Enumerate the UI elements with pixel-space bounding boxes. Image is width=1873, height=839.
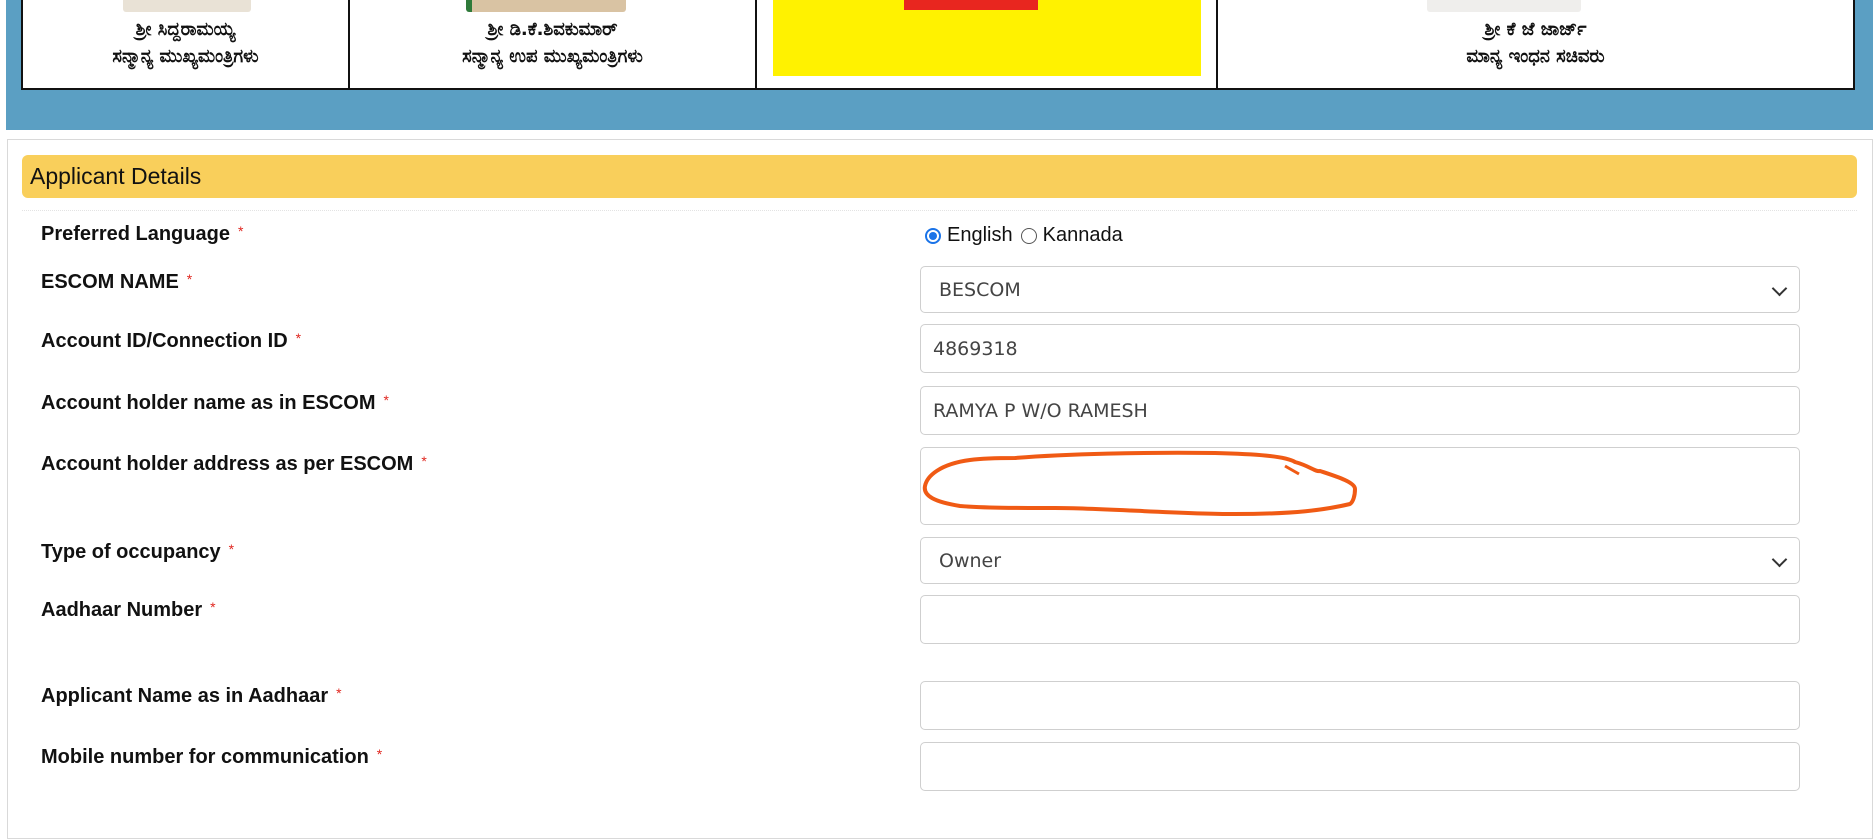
required-mark: *	[210, 599, 216, 615]
applicant-name-input[interactable]	[920, 681, 1800, 730]
banner-cm-title: ಸನ್ಮಾನ್ಯ ಮುಖ್ಯಮಂತ್ರಿಗಳು	[112, 46, 259, 67]
radio-english-label[interactable]: English	[947, 224, 1013, 247]
escom-name-select[interactable]: BESCOM	[920, 266, 1800, 313]
preferred-language-label-text: Preferred Language	[41, 223, 230, 245]
account-id-label-text: Account ID/Connection ID	[41, 330, 288, 352]
required-mark: *	[295, 330, 302, 346]
deputy-cm-photo	[466, 0, 626, 12]
occupancy-type-value: Owner	[939, 549, 1002, 572]
escom-name-label: ESCOM NAME *	[41, 271, 192, 294]
account-id-label: Account ID/Connection ID *	[41, 330, 301, 353]
required-mark: *	[383, 392, 389, 408]
required-mark: *	[376, 746, 383, 762]
preferred-language-radio-group: English Kannada	[925, 224, 1131, 247]
banner-cell-energy-minister: ಶ್ರೀ ಕೆ ಜೆ ಜಾರ್ಜ್ ಮಾನ್ಯ ಇಂಧನ ಸಚಿವರು	[1218, 0, 1853, 88]
account-holder-address-label-text: Account holder address as per ESCOM	[41, 453, 414, 475]
chevron-down-icon	[1771, 280, 1788, 297]
radio-english[interactable]	[925, 227, 941, 244]
required-mark: *	[228, 541, 235, 557]
banner-cell-scheme-logo	[757, 0, 1218, 88]
banner-dcm-title: ಸನ್ಮಾನ್ಯ ಉಪ ಮುಖ್ಯಮಂತ್ರಿಗಳು	[462, 46, 643, 67]
account-id-input[interactable]: 4869318	[920, 324, 1800, 373]
leaders-banner-table: ಶ್ರೀ ಸಿದ್ದರಾಮಯ್ಯ ಸನ್ಮಾನ್ಯ ಮುಖ್ಯಮಂತ್ರಿಗಳು…	[21, 0, 1855, 90]
energy-minister-photo	[1427, 0, 1581, 12]
required-mark: *	[237, 223, 244, 239]
radio-kannada-label[interactable]: Kannada	[1043, 224, 1123, 247]
radio-kannada[interactable]	[1020, 227, 1037, 244]
mobile-number-input[interactable]	[920, 742, 1800, 791]
preferred-language-label: Preferred Language *	[41, 223, 243, 246]
annotation-scribble	[922, 450, 1357, 516]
mobile-number-label-text: Mobile number for communication	[41, 746, 369, 768]
scheme-logo-strip	[904, 0, 1038, 10]
scheme-logo-box	[773, 0, 1201, 76]
required-mark: *	[336, 685, 342, 701]
chief-minister-photo	[123, 0, 251, 12]
mobile-number-label: Mobile number for communication *	[41, 746, 382, 769]
occupancy-type-select[interactable]: Owner	[920, 537, 1800, 584]
chevron-down-icon	[1771, 551, 1788, 568]
required-mark: *	[421, 453, 427, 469]
occupancy-type-label: Type of occupancy *	[41, 541, 234, 564]
banner-dcm-name: ಶ್ರೀ ಡಿ.ಕೆ.ಶಿವಕುಮಾರ್	[487, 19, 618, 40]
aadhaar-number-label-text: Aadhaar Number	[41, 599, 203, 621]
aadhaar-number-input[interactable]	[920, 595, 1800, 644]
account-holder-name-label: Account holder name as in ESCOM *	[41, 392, 389, 415]
escom-name-value: BESCOM	[939, 278, 1021, 301]
applicant-name-label: Applicant Name as in Aadhaar *	[41, 685, 342, 708]
banner-cell-chief-minister: ಶ್ರೀ ಸಿದ್ದರಾಮಯ್ಯ ಸನ್ಮಾನ್ಯ ಮುಖ್ಯಮಂತ್ರಿಗಳು	[23, 0, 350, 88]
banner-em-title: ಮಾನ್ಯ ಇಂಧನ ಸಚಿವರು	[1466, 46, 1605, 67]
banner-em-name: ಶ್ರೀ ಕೆ ಜೆ ಜಾರ್ಜ್	[1484, 19, 1587, 40]
account-holder-name-input[interactable]: RAMYA P W/O RAMESH	[920, 386, 1800, 435]
account-holder-name-value: RAMYA P W/O RAMESH	[933, 399, 1148, 422]
banner-cm-name: ಶ್ರೀ ಸಿದ್ದರಾಮಯ್ಯ	[135, 19, 236, 40]
section-title: Applicant Details	[22, 155, 1857, 198]
section-divider	[22, 210, 1857, 211]
escom-name-label-text: ESCOM NAME	[41, 271, 179, 293]
aadhaar-number-label: Aadhaar Number *	[41, 599, 216, 622]
account-id-value: 4869318	[933, 337, 1018, 360]
required-mark: *	[186, 271, 193, 287]
applicant-name-label-text: Applicant Name as in Aadhaar	[41, 685, 329, 707]
occupancy-type-label-text: Type of occupancy	[41, 541, 221, 563]
account-holder-address-label: Account holder address as per ESCOM *	[41, 453, 427, 476]
banner-cell-deputy-cm: ಶ್ರೀ ಡಿ.ಕೆ.ಶಿವಕುಮಾರ್ ಸನ್ಮಾನ್ಯ ಉಪ ಮುಖ್ಯಮಂ…	[350, 0, 757, 88]
account-holder-name-label-text: Account holder name as in ESCOM	[41, 392, 376, 414]
